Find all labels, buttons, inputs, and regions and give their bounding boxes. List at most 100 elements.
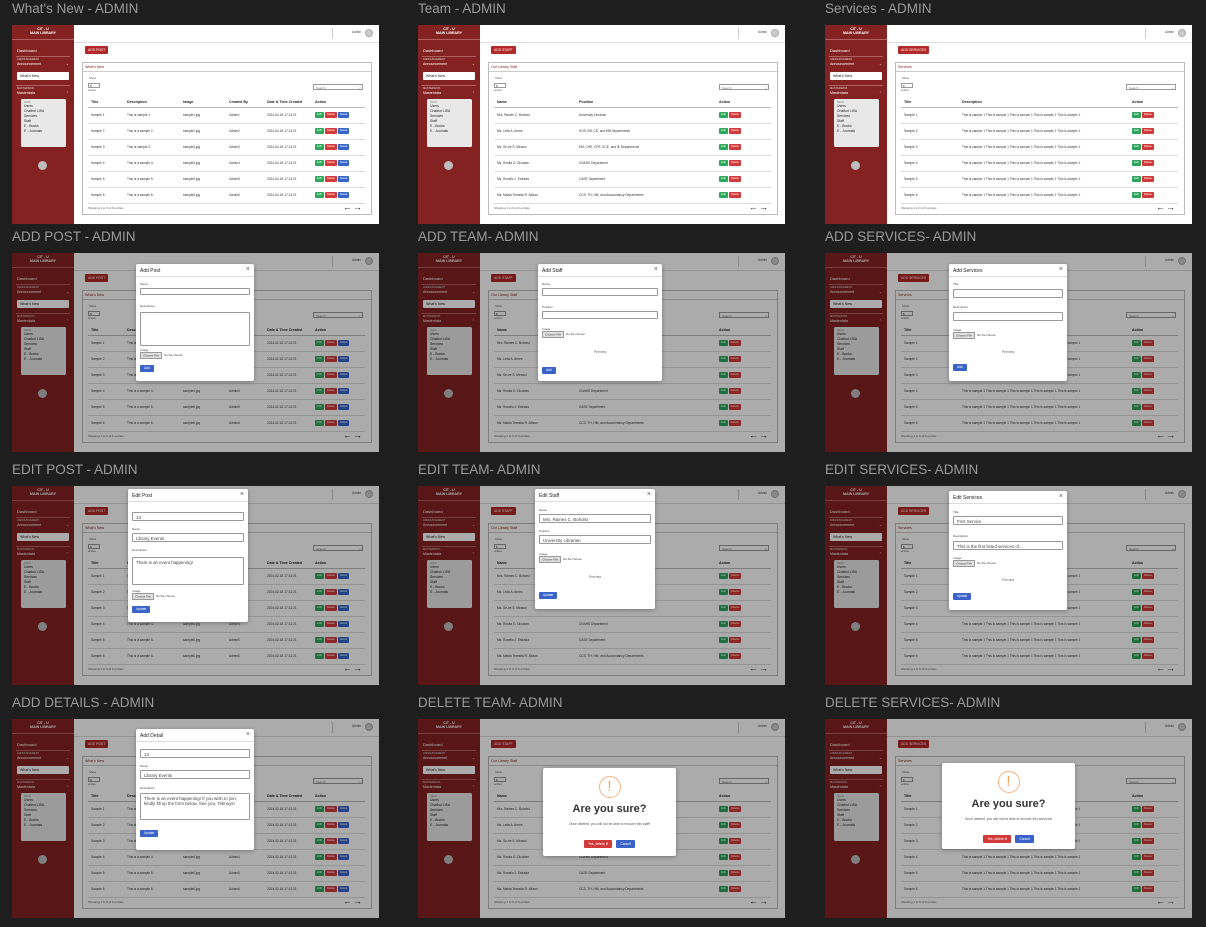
id-field[interactable]: 13 <box>140 749 250 758</box>
description-field[interactable]: There is an event happening! If you wish… <box>140 793 250 820</box>
delete-button[interactable]: Delete <box>1141 175 1154 183</box>
submit-button[interactable]: Update <box>953 593 972 600</box>
column-header[interactable]: Title <box>88 98 124 108</box>
edit-button[interactable]: Edit <box>1132 111 1141 119</box>
file-input[interactable]: Choose File No file chosen <box>132 592 175 600</box>
delete-button[interactable]: Delete <box>324 143 337 151</box>
detail-button[interactable]: Detail <box>337 127 350 135</box>
column-header[interactable]: Description <box>124 98 180 108</box>
add-button[interactable]: ADD POST <box>85 46 109 54</box>
prev-page-icon[interactable]: ← <box>343 202 353 212</box>
nav-whats-new[interactable]: What's New <box>830 72 882 80</box>
next-page-icon[interactable]: → <box>353 202 363 212</box>
nav-dashboard[interactable]: Dashboard <box>17 48 37 53</box>
file-input[interactable]: Choose File No file chosen <box>140 351 183 359</box>
edit-button[interactable]: Edit <box>315 191 324 199</box>
delete-button[interactable]: Delete <box>1141 159 1154 167</box>
confirm-delete-button[interactable]: Yes, delete it! <box>983 835 1012 843</box>
masterdata-dropdown[interactable]: Masterdata ⌃ <box>423 91 475 95</box>
column-header[interactable]: Description <box>959 98 1129 108</box>
detail-button[interactable]: Detail <box>337 111 350 119</box>
description-field[interactable] <box>140 312 250 346</box>
file-input[interactable]: Choose File No file chosen <box>953 331 996 339</box>
delete-button[interactable]: Delete <box>728 127 741 135</box>
delete-button[interactable]: Delete <box>324 159 337 167</box>
delete-button[interactable]: Delete <box>324 127 337 135</box>
masterdata-dropdown[interactable]: Masterdata ⌃ <box>17 91 69 95</box>
delete-button[interactable]: Delete <box>1141 111 1154 119</box>
file-input[interactable]: Choose File No file chosen <box>539 555 582 563</box>
close-icon[interactable]: × <box>654 266 658 273</box>
avatar[interactable] <box>771 29 779 37</box>
prev-page-icon[interactable]: ← <box>1156 202 1166 212</box>
edit-button[interactable]: Edit <box>1132 143 1141 151</box>
masterdata-menu-item[interactable]: E - Journals <box>837 129 876 134</box>
close-icon[interactable]: × <box>1059 266 1063 273</box>
prev-page-icon[interactable]: ← <box>749 202 759 212</box>
search-input[interactable]: Search ⌕ <box>1126 84 1176 90</box>
close-icon[interactable]: × <box>246 731 250 738</box>
masterdata-menu-item[interactable]: E - Journals <box>430 129 469 134</box>
delete-button[interactable]: Delete <box>728 175 741 183</box>
avatar[interactable] <box>365 29 373 37</box>
cancel-button[interactable]: Cancel <box>1015 835 1034 843</box>
delete-button[interactable]: Delete <box>1141 127 1154 135</box>
edit-button[interactable]: Edit <box>315 127 324 135</box>
confirm-delete-button[interactable]: Yes, delete it! <box>584 840 613 848</box>
submit-button[interactable]: Update <box>140 830 159 837</box>
submit-button[interactable]: Add <box>953 364 967 371</box>
delete-button[interactable]: Delete <box>728 191 741 199</box>
delete-button[interactable]: Delete <box>728 159 741 167</box>
close-icon[interactable]: × <box>647 491 651 498</box>
edit-button[interactable]: Edit <box>315 175 324 183</box>
column-header[interactable]: Position <box>576 98 716 108</box>
entries-select[interactable]: 6 <box>88 83 100 88</box>
search-input[interactable]: Search ⌕ <box>313 84 363 90</box>
column-header[interactable]: Image <box>180 98 226 108</box>
entries-select[interactable]: 6 <box>494 83 506 88</box>
delete-button[interactable]: Delete <box>728 143 741 151</box>
column-header[interactable]: Name <box>494 98 576 108</box>
detail-button[interactable]: Detail <box>337 175 350 183</box>
edit-button[interactable]: Edit <box>719 159 728 167</box>
column-header[interactable]: Action <box>716 98 771 108</box>
search-input[interactable]: Search ⌕ <box>719 84 769 90</box>
cancel-button[interactable]: Cancel <box>616 840 635 848</box>
masterdata-dropdown[interactable]: Masterdata ⌃ <box>830 91 882 95</box>
column-header[interactable]: Action <box>1129 98 1178 108</box>
edit-button[interactable]: Edit <box>315 111 324 119</box>
submit-button[interactable]: Update <box>539 592 558 599</box>
delete-button[interactable]: Delete <box>1141 191 1154 199</box>
announcement-dropdown[interactable]: Announcement ⌄ <box>423 62 475 66</box>
file-input[interactable]: Choose File No file chosen <box>953 559 996 567</box>
edit-button[interactable]: Edit <box>315 143 324 151</box>
delete-button[interactable]: Delete <box>728 111 741 119</box>
edit-button[interactable]: Edit <box>1132 127 1141 135</box>
edit-button[interactable]: Edit <box>315 159 324 167</box>
edit-button[interactable]: Edit <box>719 175 728 183</box>
edit-button[interactable]: Edit <box>719 111 728 119</box>
announcement-dropdown[interactable]: Announcement ⌄ <box>17 62 69 66</box>
delete-button[interactable]: Delete <box>324 175 337 183</box>
submit-button[interactable]: Add <box>140 365 154 372</box>
announcement-dropdown[interactable]: Announcement ⌄ <box>830 62 882 66</box>
nav-whats-new[interactable]: What's New <box>423 72 475 80</box>
avatar[interactable] <box>1178 29 1186 37</box>
masterdata-menu-item[interactable]: E - Journals <box>24 129 63 134</box>
name-field[interactable] <box>140 288 250 295</box>
edit-button[interactable]: Edit <box>719 127 728 135</box>
name-field[interactable]: Library Events <box>140 770 250 779</box>
submit-button[interactable]: Update <box>132 606 151 613</box>
detail-button[interactable]: Detail <box>337 159 350 167</box>
submit-button[interactable]: Add <box>542 367 556 374</box>
column-header[interactable]: Title <box>901 98 959 108</box>
close-icon[interactable]: × <box>246 266 250 273</box>
edit-button[interactable]: Edit <box>719 143 728 151</box>
name-field[interactable]: Library Events <box>132 533 244 542</box>
collapse-sidebar-icon[interactable] <box>851 161 860 170</box>
entries-select[interactable]: 6 <box>901 83 913 88</box>
close-icon[interactable]: × <box>1059 493 1063 500</box>
description-field[interactable] <box>953 312 1063 321</box>
nav-dashboard[interactable]: Dashboard <box>830 48 850 53</box>
column-header[interactable]: Action <box>312 98 365 108</box>
